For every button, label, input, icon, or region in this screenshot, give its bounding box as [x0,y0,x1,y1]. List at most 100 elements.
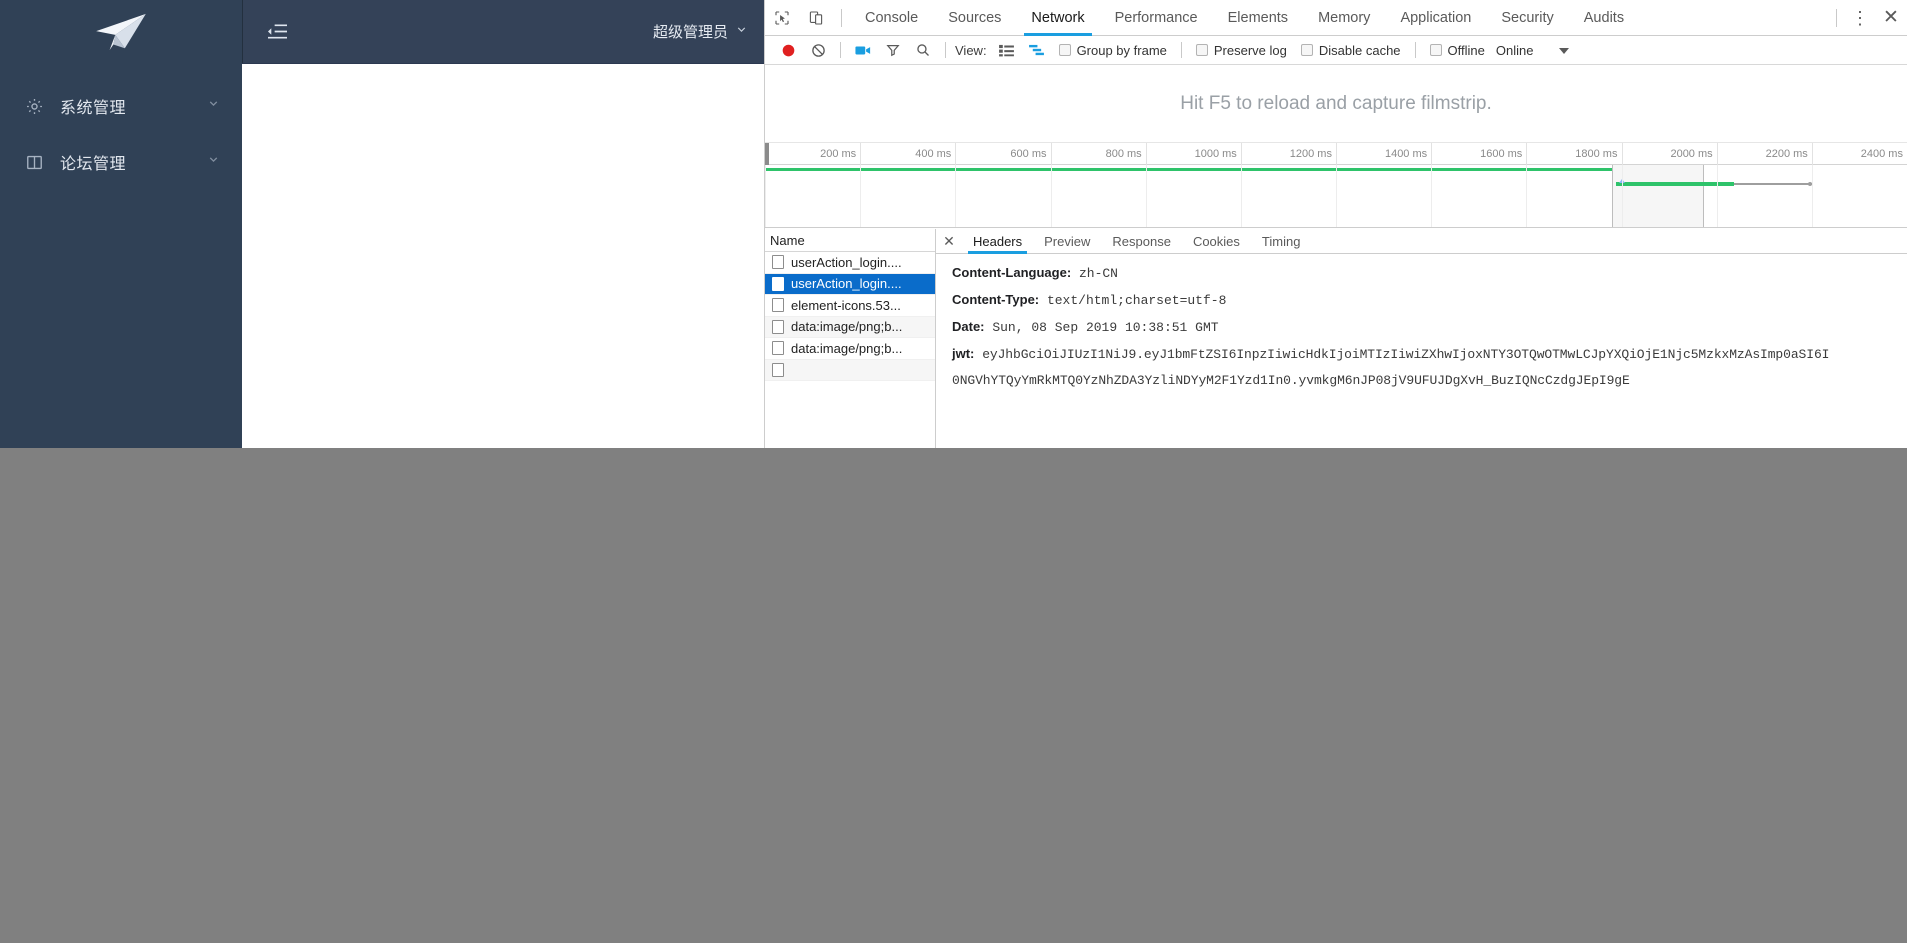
sidebar-item-label: 论坛管理 [60,156,127,173]
tab-memory[interactable]: Memory [1303,0,1385,35]
tab-network[interactable]: Network [1016,0,1099,36]
timeline-tick: 1400 ms [1336,143,1431,165]
filmstrip-message: Hit F5 to reload and capture filmstrip. [1180,92,1492,114]
header-row-date: Date: Sun, 08 Sep 2019 10:38:51 GMT [952,314,1907,341]
request-row[interactable]: data:image/png;b... [765,316,935,338]
tab-sources[interactable]: Sources [933,0,1016,35]
waterfall-view-icon[interactable] [1022,37,1052,63]
header-key: Content-Type: [952,292,1040,307]
header-row-content-language: Content-Language: zh-CN [952,260,1907,287]
tab-security[interactable]: Security [1486,0,1568,35]
detail-tab-cookies[interactable]: Cookies [1182,229,1251,253]
timeline-gridline [765,165,766,227]
network-toolbar: View: Group by frame Preserve log Disabl… [765,36,1907,65]
tab-elements[interactable]: Elements [1213,0,1303,35]
timeline-gridline [1431,165,1433,227]
request-row-selected[interactable]: userAction_login.... [765,273,935,295]
timeline-gridline [1145,165,1147,227]
request-row[interactable]: userAction_login.... [765,252,935,274]
gear-icon [24,96,44,116]
camera-icon[interactable] [848,37,878,63]
detail-tabbar: ✕ Headers Preview Response Cookies Timin… [936,229,1907,254]
detail-tab-preview[interactable]: Preview [1033,229,1101,253]
tab-application[interactable]: Application [1385,0,1486,35]
header-value-jwt-line2: 0NGVhYTQyYmRkMTQ0YzNhZDA3YzliNDYyM2F1Yzd… [952,373,1630,388]
header-key: Content-Language: [952,265,1072,280]
request-list: Name userAction_login.... userAction_log… [765,229,936,448]
document-icon [772,298,784,313]
tab-audits[interactable]: Audits [1569,0,1639,35]
timeline-tick: 200 ms [765,143,860,165]
request-timing-bar [1616,179,1812,186]
close-icon[interactable]: ✕ [1875,6,1907,29]
group-by-frame-label: Group by frame [1076,42,1167,58]
clear-no-entry-icon[interactable] [803,37,833,63]
request-row[interactable]: data:image/png;b... [765,338,935,360]
request-list-header[interactable]: Name [765,229,935,252]
inspect-element-icon[interactable] [765,0,799,35]
screen: 系统管理 论坛管理 超级管理员 Console Sources Network … [0,0,1907,943]
sidebar-item-forum-management[interactable]: 论坛管理 [0,134,242,190]
header-key: Date: [952,319,985,334]
request-row[interactable] [765,359,935,381]
request-row[interactable]: element-icons.53... [765,295,935,317]
detail-tab-headers[interactable]: Headers [962,229,1033,254]
user-name-label: 超级管理员 [652,24,728,41]
timeline-tick: 1600 ms [1431,143,1526,165]
document-icon [772,319,784,334]
detail-tab-response[interactable]: Response [1101,229,1182,253]
request-name: data:image/png;b... [791,340,903,356]
overview-selection-window [1612,165,1704,227]
user-menu[interactable]: 超级管理员 [653,21,748,42]
hamburger-collapse-icon[interactable] [262,19,292,45]
divider [1180,42,1182,58]
funnel-filter-icon[interactable] [878,37,908,63]
divider [841,8,842,27]
tab-performance[interactable]: Performance [1100,0,1213,35]
request-name: userAction_login.... [791,254,902,270]
devtools-tabbar: Console Sources Network Performance Elem… [765,0,1907,36]
disable-cache-checkbox[interactable]: Disable cache [1300,43,1401,58]
tab-console[interactable]: Console [850,0,933,35]
timeline-gridline [1336,165,1337,227]
list-view-icon[interactable] [992,37,1022,63]
timeline-tick: 2200 ms [1716,143,1812,165]
checkbox-box [1429,44,1442,56]
offline-label: Offline [1447,42,1485,58]
timeline-gridline [1526,165,1528,227]
detail-tab-timing[interactable]: Timing [1251,229,1312,253]
divider [1414,42,1416,58]
header-value: zh-CN [1078,266,1118,281]
device-toolbar-icon[interactable] [799,0,833,35]
view-label: View: [955,42,987,58]
request-name: element-icons.53... [791,297,901,313]
divider [945,42,946,58]
document-icon [772,255,784,270]
close-icon[interactable]: ✕ [936,229,962,253]
overview-left-handle[interactable] [765,143,769,165]
more-vertical-icon[interactable]: ⋮ [1845,9,1875,27]
throttling-select[interactable]: Online [1496,43,1570,58]
header-value: text/html;charset=utf-8 [1046,293,1227,308]
header-value-jwt-line1: eyJhbGciOiJIUzI1NiJ9.eyJ1bmFtZSI6InpzIiw… [982,347,1830,362]
app-navbar: 超级管理员 [242,0,764,64]
chevron-down-icon [207,97,220,115]
preserve-log-checkbox[interactable]: Preserve log [1195,43,1287,58]
timeline-tick: 600 ms [955,143,1050,165]
document-icon [772,276,784,291]
checkbox-box [1195,44,1208,56]
timeline-gridline [1716,165,1718,227]
timeline-tick: 400 ms [860,143,955,165]
request-name: userAction_login.... [791,276,902,292]
sidebar-item-system-management[interactable]: 系统管理 [0,78,242,134]
group-by-frame-checkbox[interactable]: Group by frame [1058,42,1167,58]
app-logo[interactable] [0,0,242,66]
timeline-tick: 2400 ms [1811,143,1907,165]
document-icon [772,341,784,356]
header-key: jwt: [952,346,975,361]
network-overview[interactable]: 200 ms 400 ms 600 ms 800 ms 1000 ms 1200 ms 14… [765,143,1907,228]
offline-checkbox[interactable]: Offline [1429,42,1485,58]
search-icon[interactable] [908,37,938,63]
header-row-content-type: Content-Type: text/html;charset=utf-8 [952,287,1907,314]
record-circle-icon[interactable] [773,37,803,63]
